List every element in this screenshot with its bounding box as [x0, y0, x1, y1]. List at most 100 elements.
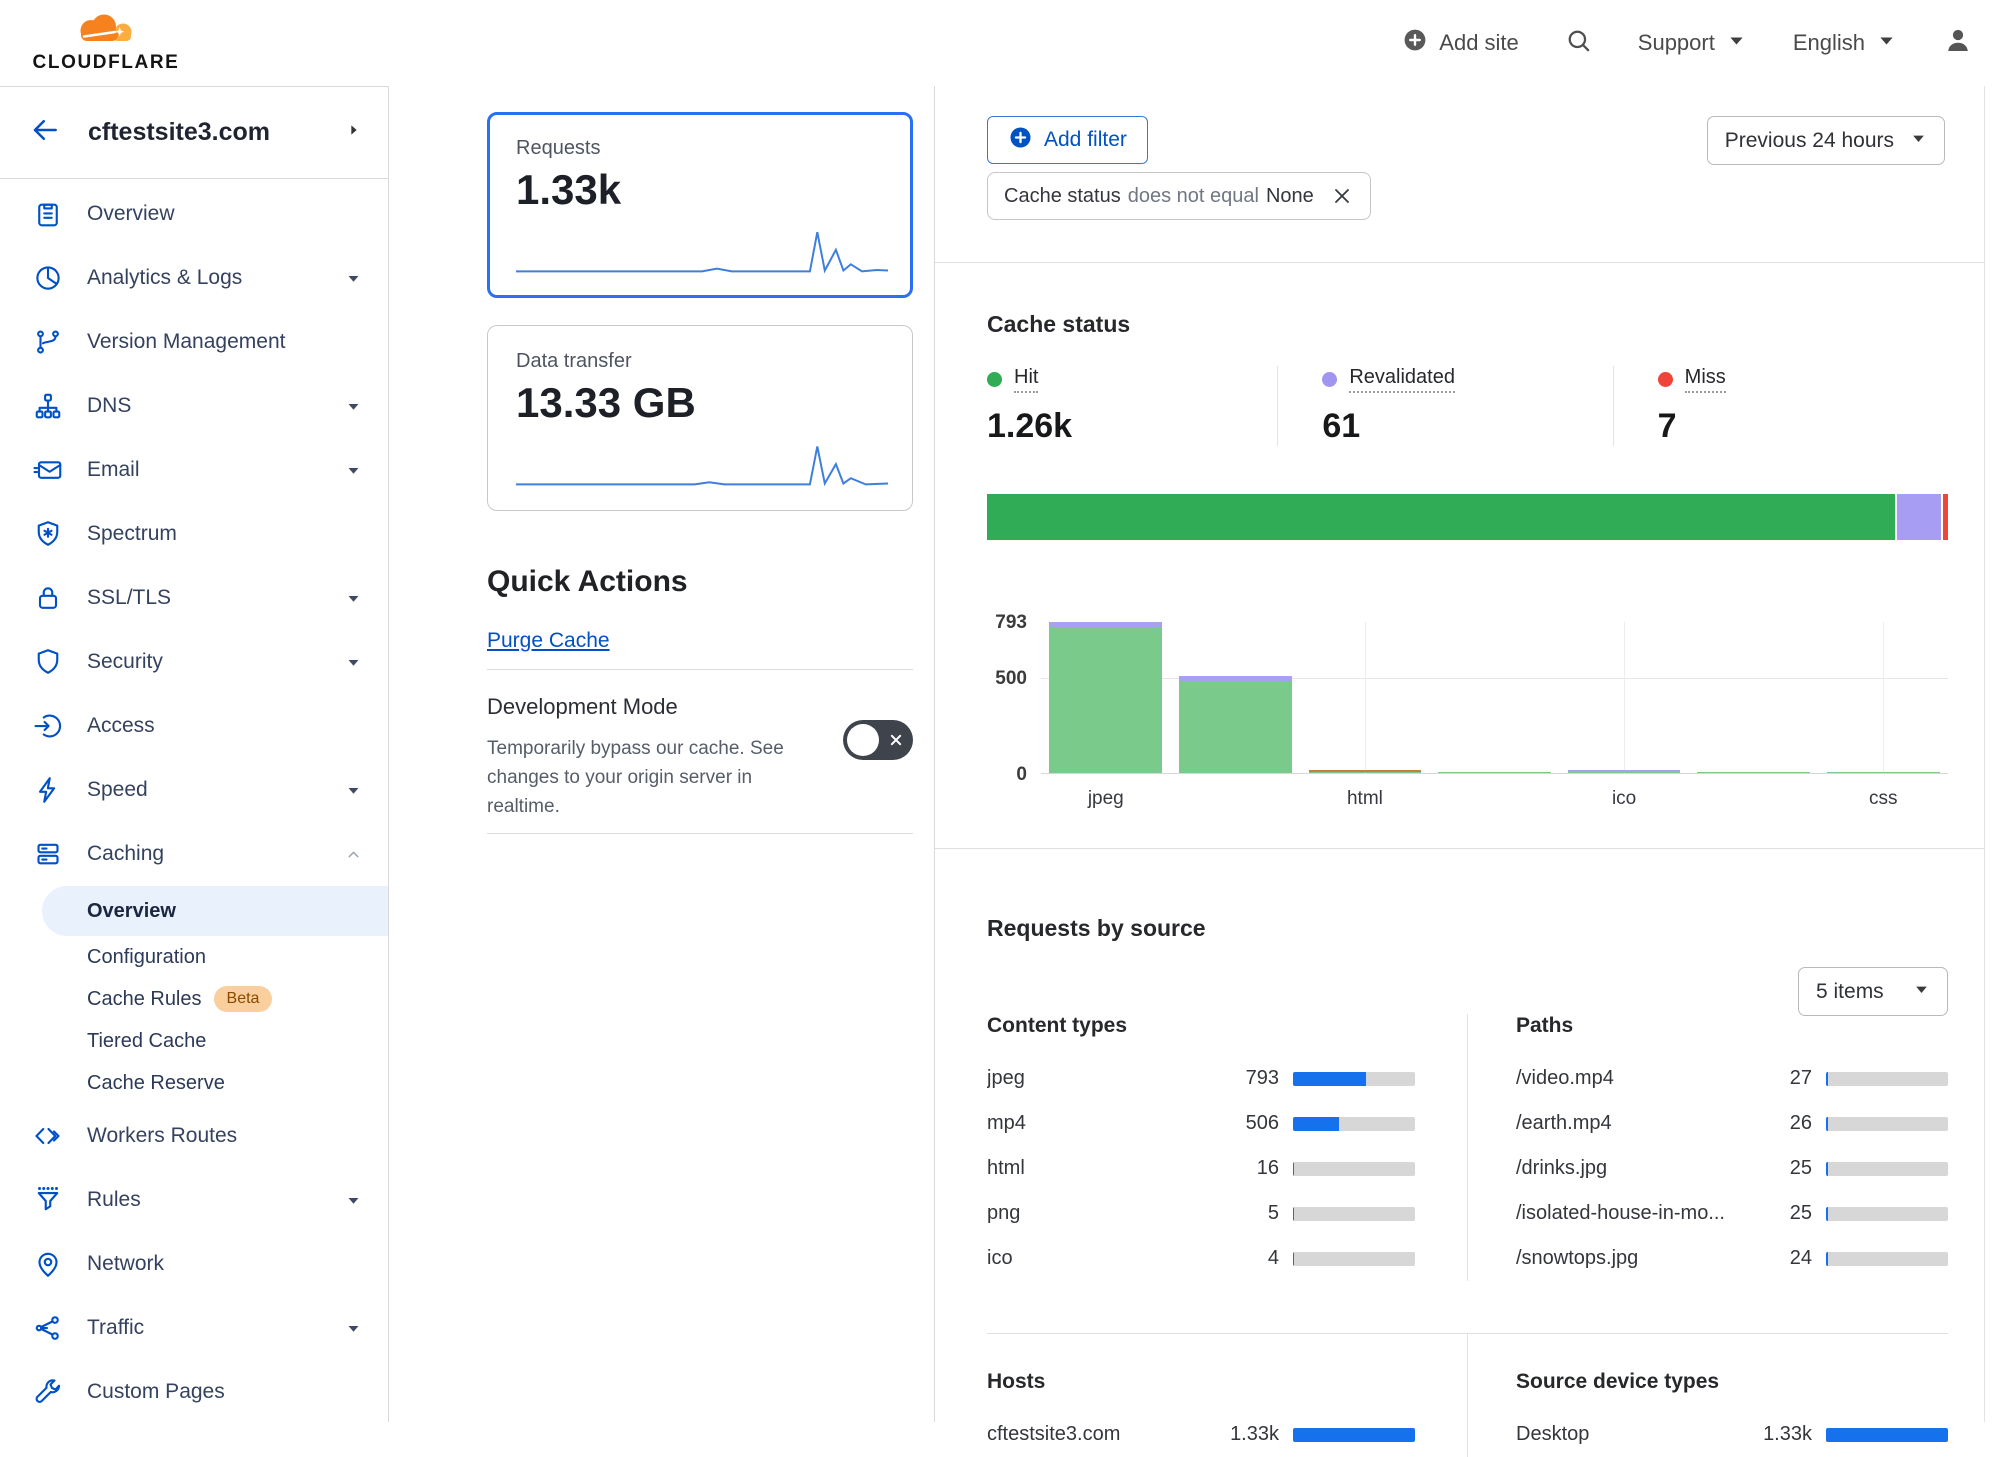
add-filter-button[interactable]: Add filter	[987, 116, 1148, 164]
branch-icon	[33, 327, 63, 357]
chevron-down-icon	[345, 398, 362, 415]
bar-segment-hit	[1438, 772, 1551, 774]
filter-value: None	[1266, 185, 1314, 208]
sidebar-item-traffic[interactable]: Traffic	[0, 1296, 388, 1360]
back-arrow-icon[interactable]	[30, 115, 60, 150]
stat-miss: Miss 7	[1613, 366, 1948, 446]
sidebar-item-custom-pages[interactable]: Custom Pages	[0, 1360, 388, 1424]
sidebar-item-ssl-tls[interactable]: SSL/TLS	[0, 566, 388, 630]
plus-circle-icon	[1402, 27, 1428, 59]
content-types-table-title: Content types	[987, 1014, 1415, 1038]
sidebar-item-network[interactable]: Network	[0, 1232, 388, 1296]
sidebar-item-overview[interactable]: Overview	[0, 182, 388, 246]
bar-segment-hit	[1179, 681, 1292, 773]
stat-hit: Hit 1.26k	[987, 366, 1277, 446]
close-icon[interactable]	[1330, 184, 1354, 208]
support-menu[interactable]: Support	[1638, 30, 1747, 57]
requests-sparkline	[516, 226, 884, 283]
bar-segment-hit	[1697, 772, 1810, 774]
x-tick-label	[1689, 788, 1819, 810]
bar-segment-hit	[1827, 772, 1940, 774]
shield-icon	[33, 647, 63, 677]
bar-segment-hit	[1309, 772, 1422, 774]
sidebar-item-spectrum[interactable]: Spectrum	[0, 502, 388, 566]
sidebar-subitem-overview[interactable]: Overview	[42, 886, 388, 936]
sidebar-item-email[interactable]: Email	[0, 438, 388, 502]
value-bar	[1826, 1207, 1948, 1221]
value-bar	[1293, 1207, 1415, 1221]
tree-icon	[33, 391, 63, 421]
chevron-right-icon[interactable]	[346, 122, 362, 143]
source-tables-row-2: Hosts cftestsite3.com1.33k Source device…	[987, 1334, 1948, 1457]
hosts-table: cftestsite3.com1.33k	[987, 1412, 1415, 1457]
cloudflare-logo[interactable]: CLOUDFLARE	[22, 12, 190, 74]
x-tick-label: jpeg	[1041, 788, 1171, 810]
share-icon	[33, 1313, 63, 1343]
sidebar-item-version-management[interactable]: Version Management	[0, 310, 388, 374]
sidebar-item-dns[interactable]: DNS	[0, 374, 388, 438]
account-menu[interactable]	[1943, 25, 1973, 61]
code-icon	[33, 1121, 63, 1151]
toggle-off-x-icon	[886, 730, 906, 750]
chevron-down-icon	[345, 1320, 362, 1337]
data-transfer-sparkline	[516, 439, 884, 496]
purge-cache-link[interactable]: Purge Cache	[487, 629, 610, 653]
search-button[interactable]	[1565, 27, 1592, 60]
paths-table: /video.mp427/earth.mp426/drinks.jpg25/is…	[1516, 1056, 1948, 1281]
filter-bar: Add filter Cache status does not equal N…	[987, 116, 1945, 220]
chevron-up-icon	[345, 846, 362, 863]
chevron-down-icon	[1876, 30, 1897, 57]
development-mode-toggle[interactable]	[843, 720, 913, 760]
hosts-table-title: Hosts	[987, 1370, 1415, 1394]
sidebar-item-rules[interactable]: Rules	[0, 1168, 388, 1232]
table-row: /snowtops.jpg24	[1516, 1236, 1948, 1281]
analytics-panel: Add filter Cache status does not equal N…	[934, 86, 1999, 1422]
table-row: /video.mp427	[1516, 1056, 1948, 1101]
sidebar-subitem-configuration[interactable]: Configuration	[0, 936, 388, 978]
bar-unlabeled	[1689, 622, 1819, 773]
filter-chip[interactable]: Cache status does not equal None	[987, 172, 1371, 220]
add-site-button[interactable]: Add site	[1402, 27, 1519, 59]
table-row: cftestsite3.com1.33k	[987, 1412, 1415, 1457]
requests-by-source-title: Requests by source	[987, 915, 1948, 942]
sidebar-item-workers-routes[interactable]: Workers Routes	[0, 1104, 388, 1168]
sidebar-subitem-tiered-cache[interactable]: Tiered Cache	[0, 1020, 388, 1062]
cache-status-stacked-bar	[987, 494, 1948, 540]
sidebar-subitem-cache-rules[interactable]: Cache RulesBeta	[0, 978, 388, 1020]
stacked-segment-miss	[1943, 494, 1948, 540]
table-row: /earth.mp426	[1516, 1101, 1948, 1146]
time-range-selector[interactable]: Previous 24 hours	[1707, 116, 1945, 165]
stat-label[interactable]: Miss	[1685, 366, 1726, 393]
chevron-down-icon	[1910, 129, 1927, 153]
sidebar-item-speed[interactable]: Speed	[0, 758, 388, 822]
language-menu[interactable]: English	[1793, 30, 1897, 57]
funnel-icon	[33, 1185, 63, 1215]
chevron-down-icon	[1913, 980, 1930, 1004]
beta-badge: Beta	[214, 986, 273, 1012]
data-transfer-metric-card[interactable]: Data transfer 13.33 GB	[487, 325, 913, 511]
pin-icon	[33, 1249, 63, 1279]
miss-dot-icon	[1658, 372, 1673, 387]
table-row: html16	[987, 1146, 1415, 1191]
device-types-table-title: Source device types	[1516, 1370, 1948, 1394]
table-row: /isolated-house-in-mo...25	[1516, 1191, 1948, 1236]
content-types-table: jpeg793mp4506html16png5ico4	[987, 1056, 1415, 1281]
stat-revalidated: Revalidated 61	[1277, 366, 1612, 446]
chevron-down-icon	[345, 782, 362, 799]
table-row: png5	[987, 1191, 1415, 1236]
items-count-selector[interactable]: 5 items	[1798, 967, 1948, 1016]
y-tick-label: 793	[995, 612, 1027, 634]
divider	[935, 262, 1985, 263]
stat-label[interactable]: Hit	[1014, 366, 1038, 393]
sidebar-item-security[interactable]: Security	[0, 630, 388, 694]
table-row: Desktop1.33k	[1516, 1412, 1948, 1457]
stat-label[interactable]: Revalidated	[1349, 366, 1455, 393]
sidebar-subitem-cache-reserve[interactable]: Cache Reserve	[0, 1062, 388, 1104]
revalidated-dot-icon	[1322, 372, 1337, 387]
sidebar-item-access[interactable]: Access	[0, 694, 388, 758]
table-row: jpeg793	[987, 1056, 1415, 1101]
sidebar-item-caching[interactable]: Caching	[0, 822, 388, 886]
sidebar-item-analytics-logs[interactable]: Analytics & Logs	[0, 246, 388, 310]
clipboard-icon	[33, 199, 63, 229]
requests-metric-card[interactable]: Requests 1.33k	[487, 112, 913, 298]
